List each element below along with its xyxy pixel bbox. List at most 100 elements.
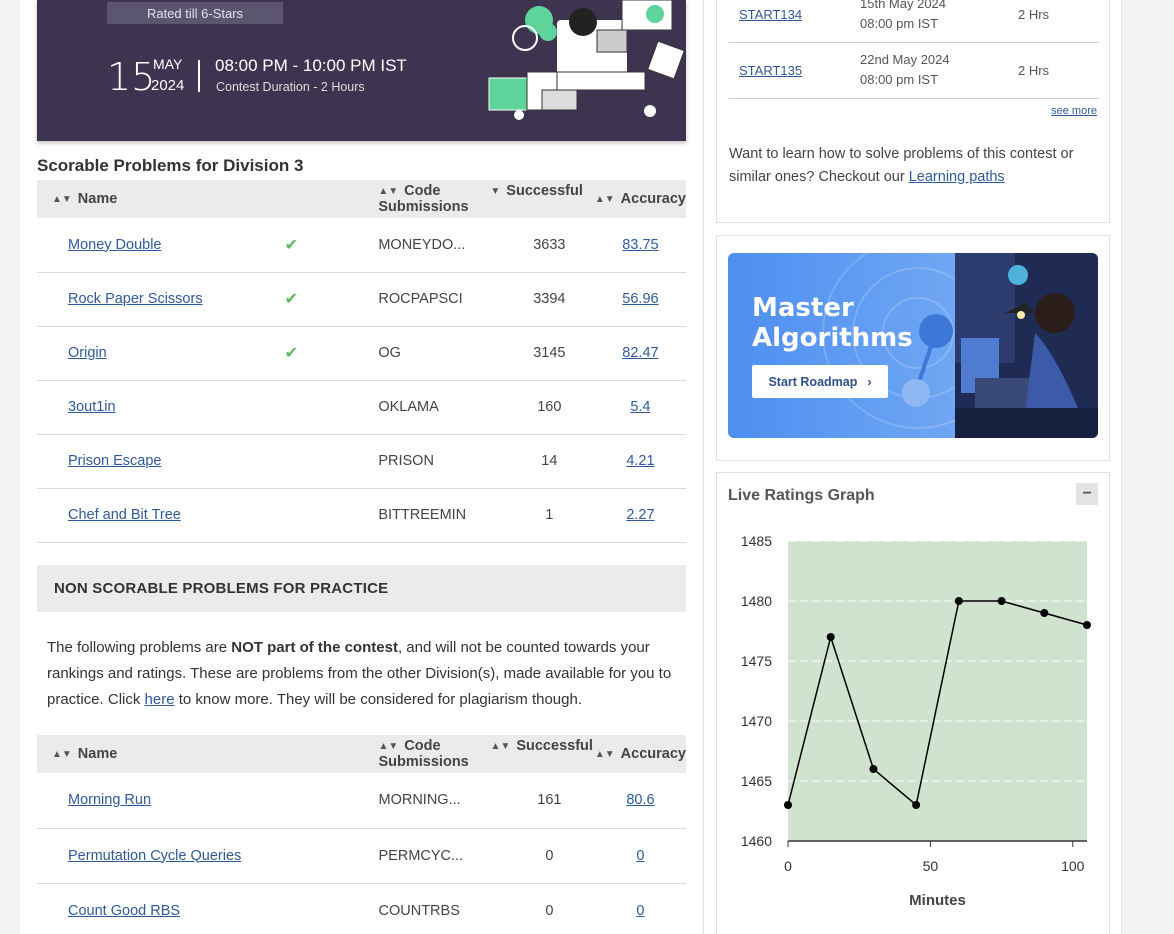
- contest-code-link[interactable]: START135: [739, 63, 802, 78]
- header-accuracy-label: Accuracy: [620, 191, 686, 207]
- left-column: Rated till 6-Stars 15 MAY 2024 08:00 PM …: [20, 0, 704, 934]
- graph-title: Live Ratings Graph: [728, 487, 875, 504]
- accuracy-cell: 0: [594, 883, 686, 934]
- problem-name-cell: Money Double: [37, 218, 285, 273]
- contest-time: 08:00 PM - 10:00 PM IST: [215, 56, 407, 75]
- problem-link[interactable]: Rock Paper Scissors: [68, 291, 203, 307]
- accuracy-link[interactable]: 5.4: [630, 399, 650, 415]
- problem-code: ROCPAPSCI: [378, 272, 504, 327]
- table-header-row: ▲▼ Name ▲▼ Code ▲▼ Successful Submissions ▲▼…: [37, 735, 686, 773]
- problem-link[interactable]: Money Double: [68, 237, 162, 253]
- problem-link[interactable]: Morning Run: [68, 792, 151, 808]
- accuracy-cell: 4.21: [594, 434, 686, 489]
- contest-banner: Rated till 6-Stars 15 MAY 2024 08:00 PM …: [37, 0, 686, 141]
- problem-name-cell: Rock Paper Scissors: [37, 272, 285, 327]
- problem-link[interactable]: Origin: [68, 345, 107, 361]
- sort-icon: ▲▼: [52, 193, 72, 205]
- page: Rated till 6-Stars 15 MAY 2024 08:00 PM …: [0, 0, 1174, 934]
- here-link[interactable]: here: [145, 691, 175, 708]
- learning-paths-link[interactable]: Learning paths: [909, 169, 1005, 185]
- check-icon: ✔: [284, 345, 298, 362]
- desc-bold: NOT part of the contest: [231, 639, 398, 656]
- ad-title: Master Algorithms: [752, 293, 913, 353]
- solved-cell: ✔: [284, 326, 379, 381]
- contest-row: START135 22nd May 2024 08:00 pm IST 2 Hrs: [729, 43, 1099, 99]
- data-point: [912, 801, 921, 809]
- problem-link[interactable]: Prison Escape: [68, 453, 162, 469]
- accuracy-link[interactable]: 82.47: [622, 345, 658, 361]
- header-name[interactable]: ▲▼ Name: [37, 180, 379, 218]
- ad-title-line: Master: [752, 293, 854, 323]
- y-tick-label: 1475: [741, 653, 772, 669]
- accuracy-cell: 80.6: [594, 773, 686, 829]
- sort-desc-icon: ▼: [490, 185, 501, 197]
- problem-link[interactable]: Count Good RBS: [68, 903, 180, 919]
- page-margin: [1122, 0, 1174, 934]
- table-row: Count Good RBS COUNTRBS 0 0: [37, 883, 686, 934]
- rated-badge: Rated till 6-Stars: [107, 2, 283, 24]
- table-row: Rock Paper Scissors ✔ ROCPAPSCI 3394 56.96: [37, 272, 686, 327]
- check-icon: ✔: [284, 291, 298, 308]
- accuracy-link[interactable]: 2.27: [626, 507, 654, 523]
- data-point: [784, 801, 792, 809]
- table-row: 3out1in OKLAMA 160 5.4: [37, 380, 686, 435]
- table-row: Prison Escape PRISON 14 4.21: [37, 434, 686, 489]
- accuracy-link[interactable]: 0: [636, 848, 644, 864]
- sort-icon: ▲▼: [490, 740, 511, 752]
- banner-illustration: [488, 0, 685, 120]
- submissions-count: 3394: [503, 272, 595, 327]
- accuracy-link[interactable]: 56.96: [622, 291, 658, 307]
- contest-date: 22nd May 2024 08:00 pm IST: [860, 50, 950, 90]
- header-accuracy[interactable]: ▲▼ Accuracy: [594, 180, 686, 218]
- header-code-label: Code: [404, 738, 441, 754]
- solved-cell: [279, 773, 379, 829]
- see-more-link[interactable]: see more: [1051, 105, 1097, 117]
- submissions-count: 161: [503, 773, 595, 829]
- start-roadmap-button[interactable]: Start Roadmap ›: [752, 365, 888, 398]
- table-row: Origin ✔ OG 3145 82.47: [37, 326, 686, 381]
- problem-code: MORNING...: [378, 773, 504, 829]
- problem-name-cell: Origin: [37, 326, 285, 381]
- problem-code: PRISON: [378, 434, 504, 489]
- problem-link[interactable]: Chef and Bit Tree: [68, 507, 181, 523]
- table-row: Morning Run MORNING... 161 80.6: [37, 773, 686, 829]
- collapse-button[interactable]: −: [1076, 483, 1098, 505]
- ad-illustration: [955, 253, 1098, 438]
- accuracy-cell: 2.27: [594, 488, 686, 543]
- contest-time-text: 08:00 pm IST: [860, 16, 939, 31]
- upcoming-contests-panel: START134 15th May 2024 08:00 pm IST 2 Hrs…: [716, 0, 1110, 223]
- solved-cell: ✔: [284, 218, 379, 273]
- accuracy-cell: 56.96: [594, 272, 686, 327]
- submissions-count: 3633: [503, 218, 595, 273]
- master-algorithms-ad[interactable]: Master Algorithms Start Roadmap ›: [728, 253, 1098, 438]
- solved-cell: [279, 883, 379, 934]
- problem-link[interactable]: Permutation Cycle Queries: [68, 848, 241, 864]
- y-tick-label: 1480: [741, 593, 772, 609]
- accuracy-link[interactable]: 80.6: [626, 792, 654, 808]
- problem-code: OKLAMA: [378, 380, 504, 435]
- problem-link[interactable]: 3out1in: [68, 399, 116, 415]
- accuracy-link[interactable]: 0: [636, 903, 644, 919]
- x-axis-label: Minutes: [909, 892, 966, 909]
- header-code[interactable]: ▲▼ Code ▼ Successful Submissions: [378, 180, 595, 218]
- problem-name-cell: 3out1in: [37, 380, 285, 435]
- contest-time-text: 08:00 pm IST: [860, 72, 939, 87]
- desc-text: The following problems are: [47, 639, 232, 656]
- data-point: [997, 597, 1006, 605]
- contest-code-link[interactable]: START134: [739, 7, 802, 22]
- nonscorable-description: The following problems are NOT part of t…: [47, 635, 677, 713]
- contest-date-text: 22nd May 2024: [860, 52, 950, 67]
- learning-paths-text: Want to learn how to solve problems of t…: [729, 143, 1099, 189]
- header-code[interactable]: ▲▼ Code ▲▼ Successful Submissions: [378, 735, 595, 773]
- accuracy-link[interactable]: 4.21: [626, 453, 654, 469]
- header-name[interactable]: ▲▼ Name: [37, 735, 379, 773]
- contest-duration: Contest Duration - 2 Hours: [216, 80, 365, 94]
- contest-year: 2024: [151, 77, 185, 94]
- submissions-count: 0: [503, 883, 595, 934]
- scorable-body: Money Double ✔ MONEYDO... 3633 83.75 Rock Pap…: [37, 218, 686, 543]
- accuracy-link[interactable]: 83.75: [622, 237, 658, 253]
- data-point: [954, 597, 963, 605]
- solved-cell: [284, 380, 379, 435]
- header-accuracy[interactable]: ▲▼ Accuracy: [594, 735, 686, 773]
- nonscorable-table: ▲▼ Name ▲▼ Code ▲▼ Successful Submissions ▲▼…: [37, 735, 686, 934]
